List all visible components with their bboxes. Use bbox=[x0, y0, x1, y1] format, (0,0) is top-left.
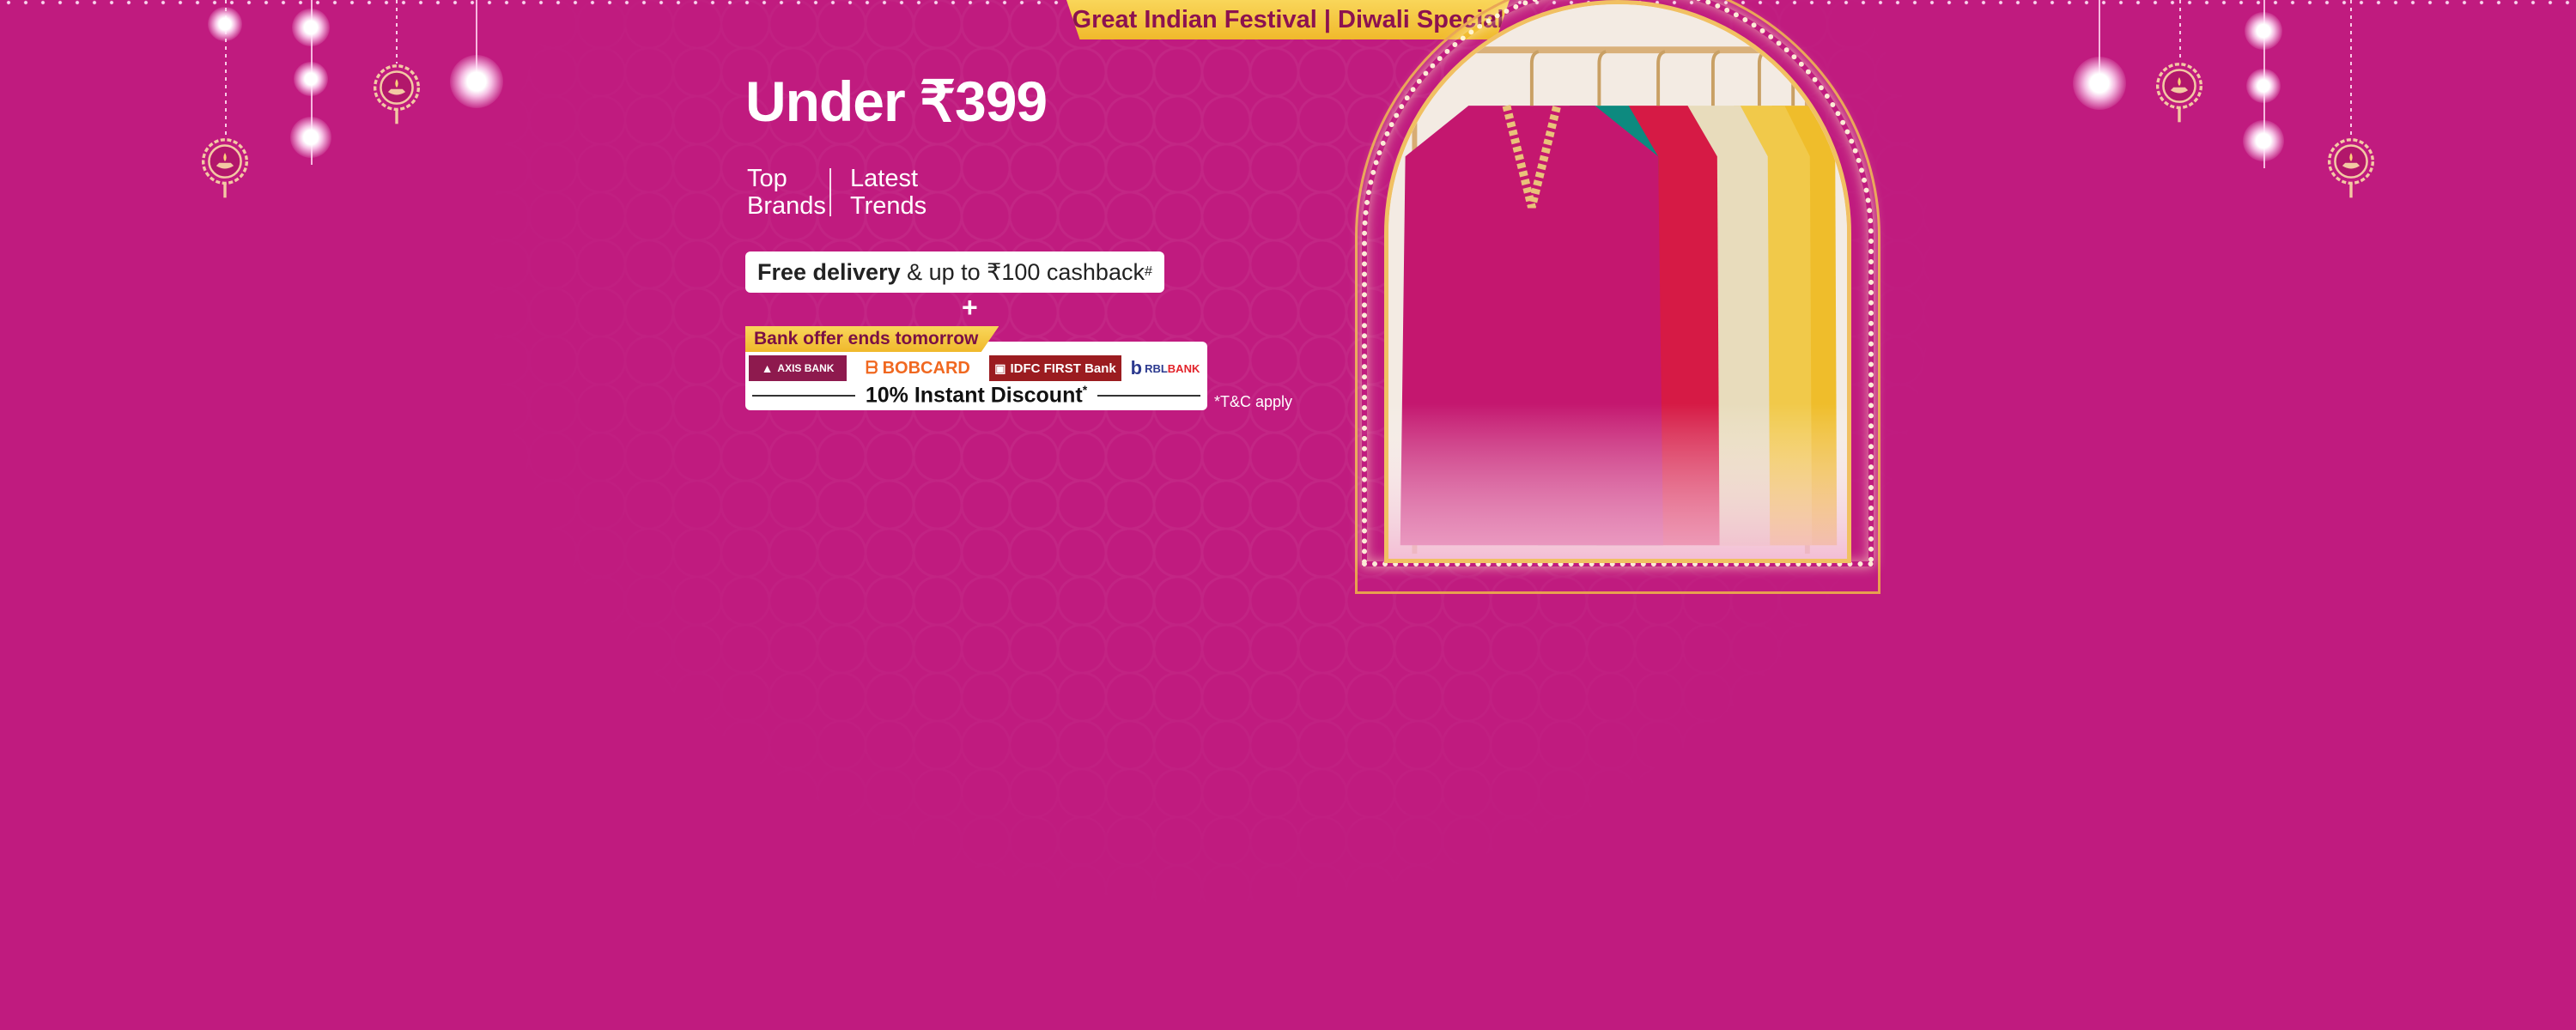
light-bulb-icon bbox=[292, 9, 330, 46]
light-bulb-icon bbox=[2243, 120, 2284, 161]
plus-sign: + bbox=[962, 292, 978, 323]
light-bulb-icon bbox=[2245, 12, 2282, 50]
bank-offer-card: ▲ AXIS BANK ᗷ BOBCARD ▣ IDFC FIRST Bank b RB… bbox=[745, 342, 1207, 410]
tag-divider bbox=[829, 168, 831, 216]
rbl-bank-logo: b RBL BANK bbox=[1127, 355, 1204, 381]
diya-lantern-icon bbox=[364, 60, 429, 125]
instant-discount-text: 10% Instant Discount* bbox=[865, 383, 1088, 408]
bank-logos: ▲ AXIS BANK ᗷ BOBCARD ▣ IDFC FIRST Bank b RB… bbox=[749, 355, 1204, 381]
axis-logo-icon: ▲ bbox=[761, 361, 774, 375]
light-bulb-icon bbox=[2073, 57, 2126, 110]
divider-line bbox=[1097, 394, 1200, 397]
light-bulb-icon bbox=[294, 62, 328, 96]
light-bulb-icon bbox=[450, 55, 503, 108]
hanging-string bbox=[396, 0, 398, 64]
tag-top-brands: Top Brands bbox=[747, 165, 826, 220]
diya-lantern-icon bbox=[2147, 58, 2212, 124]
light-bulb-icon bbox=[290, 117, 331, 158]
rbl-logo-icon: b bbox=[1130, 357, 1143, 379]
light-bulb-icon bbox=[208, 7, 242, 41]
headline-price: Under ₹399 bbox=[745, 70, 1048, 133]
bank-offer-tag: Bank offer ends tomorrow bbox=[745, 326, 999, 352]
terms-apply-note: *T&C apply bbox=[1214, 393, 1293, 410]
light-bulb-icon bbox=[2246, 69, 2281, 103]
hanging-string bbox=[2179, 0, 2181, 62]
instant-discount-row: 10% Instant Discount* bbox=[752, 383, 1200, 408]
free-delivery-pill: Free delivery & up to ₹100 cashback # bbox=[745, 251, 1164, 293]
feature-tags: Top Brands Latest Trends bbox=[747, 165, 933, 220]
tag-latest-trends: Latest Trends bbox=[850, 165, 927, 220]
idfc-logo-icon: ▣ bbox=[994, 360, 1006, 375]
idfc-first-bank-logo: ▣ IDFC FIRST Bank bbox=[989, 355, 1121, 381]
axis-bank-logo: ▲ AXIS BANK bbox=[749, 355, 847, 381]
hanging-string bbox=[2350, 0, 2352, 137]
diya-lantern-icon bbox=[2318, 134, 2384, 199]
divider-line bbox=[752, 394, 855, 397]
product-image-kurtas[interactable] bbox=[1384, 0, 1851, 563]
bob-logo-icon: ᗷ bbox=[866, 358, 878, 378]
bobcard-logo: ᗷ BOBCARD bbox=[852, 355, 984, 381]
kurtas-illustration bbox=[1388, 4, 1847, 559]
diya-lantern-icon bbox=[192, 134, 258, 199]
